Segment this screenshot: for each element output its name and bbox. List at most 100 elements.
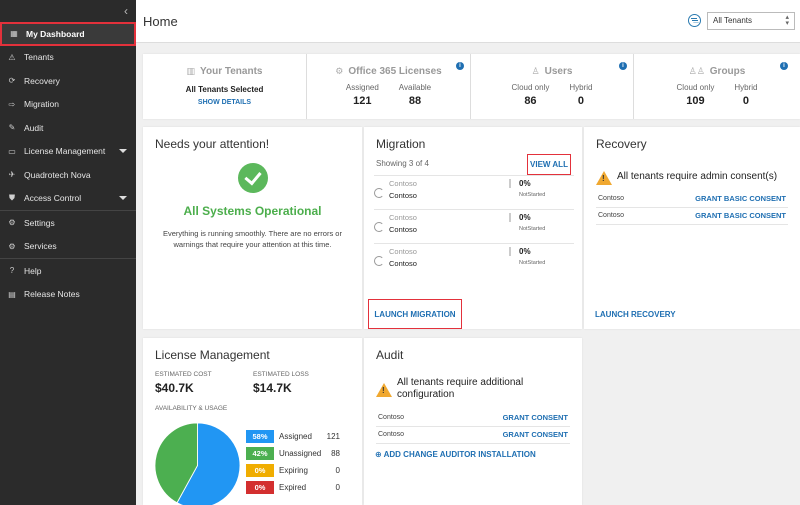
dashboard-icon: ▦ [10, 29, 18, 39]
legend-count: 88 [331, 449, 340, 458]
migration-status: NotStarted [519, 226, 546, 232]
license-icon: ▭ [8, 146, 16, 156]
migration-row[interactable]: Contoso Contoso 0% NotStarted [374, 243, 574, 273]
page-title: Home [143, 14, 178, 29]
groups-hybrid-label: Hybrid [734, 83, 758, 92]
migration-source: Contoso [389, 247, 417, 256]
users-cloud-label: Cloud only [511, 83, 550, 92]
launch-recovery-button[interactable]: LAUNCH RECOVERY [595, 310, 676, 319]
groups-summary: ♙♙ Groups i Cloud only 109 Hybrid 0 [633, 54, 800, 119]
legend-count: 0 [335, 466, 340, 475]
select-arrows-icon: ▴ ▾ [785, 14, 789, 27]
release-notes-icon: ▤ [8, 289, 16, 299]
licenses-summary: ⚙ Office 365 Licenses i Assigned 121 Avail… [306, 54, 470, 119]
summary-card: ▥ Your Tenants All Tenants Selected SHOW … [143, 54, 800, 119]
legend-name: Expiring [279, 466, 308, 475]
migration-arrow-icon [374, 222, 384, 232]
sidebar-item-license-management[interactable]: ▭ License Management [0, 140, 136, 164]
legend-percent: 0% [246, 481, 274, 494]
migration-row[interactable]: Contoso Contoso 0% NotStarted [374, 175, 574, 205]
migration-status: NotStarted [519, 260, 546, 266]
chevron-down-icon[interactable] [119, 195, 127, 200]
license-title: License Management [155, 348, 270, 362]
groups-hybrid-value: 0 [742, 95, 749, 107]
sidebar-item-recovery[interactable]: ⟳ Recovery [0, 69, 136, 93]
sidebar-item-access-control[interactable]: ⛊ Access Control [0, 187, 136, 211]
groups-info-icon[interactable]: i [780, 62, 788, 70]
sidebar: ‹ ▦ My Dashboard ⚠ Tenants ⟳ Recovery ⇨ Migrati… [0, 0, 136, 505]
warning-icon [596, 171, 612, 185]
sidebar-item-quadrotech-nova[interactable]: ✈ Quadrotech Nova [0, 163, 136, 187]
migration-source: Contoso [389, 179, 417, 188]
sidebar-item-label: Migration [24, 99, 59, 110]
recovery-tenant: Contoso [598, 212, 625, 219]
audit-warning: All tenants require additional configura… [397, 377, 524, 400]
sidebar-item-audit[interactable]: ✎ Audit [0, 116, 136, 140]
recovery-icon: ⟳ [8, 76, 16, 86]
licenses-summary-title: Office 365 Licenses [348, 66, 442, 77]
licenses-info-icon[interactable]: i [456, 62, 464, 70]
estimated-cost-value: $40.7K [155, 381, 194, 395]
availability-label: AVAILABILITY & USAGE [155, 405, 228, 412]
view-all-button[interactable]: VIEW ALL [527, 154, 571, 175]
grant-consent-link[interactable]: GRANT CONSENT [503, 430, 568, 439]
grant-consent-link[interactable]: GRANT CONSENT [503, 413, 568, 422]
sidebar-item-services[interactable]: ⚙ Services [0, 235, 136, 259]
show-details-link[interactable]: SHOW DETAILS [143, 99, 306, 106]
grant-basic-consent-link[interactable]: GRANT BASIC CONSENT [695, 194, 786, 203]
grant-basic-consent-link[interactable]: GRANT BASIC CONSENT [695, 211, 786, 220]
collapse-sidebar-icon[interactable]: ‹ [124, 4, 128, 18]
audit-row: Contoso GRANT CONSENT [376, 410, 570, 427]
attention-message: Everything is running smoothly. There ar… [163, 229, 342, 249]
building-icon: ▥ [186, 66, 196, 76]
legend-item-expired: 0% Expired 0 [246, 481, 356, 497]
systems-status: All Systems Operational [183, 204, 322, 218]
audit-icon: ✎ [8, 123, 16, 133]
sidebar-item-help[interactable]: ? Help [0, 259, 136, 283]
tenant-select[interactable]: All Tenants ▴ ▾ [707, 12, 795, 30]
sidebar-item-settings[interactable]: ⚙ Settings [0, 211, 136, 235]
audit-row: Contoso GRANT CONSENT [376, 427, 570, 444]
migration-percent: 0% [509, 247, 531, 256]
tenants-summary-title: Your Tenants [200, 66, 263, 77]
add-change-auditor-link[interactable]: ⊕ ADD CHANGE AUDITOR INSTALLATION [375, 450, 536, 459]
migration-row[interactable]: Contoso Contoso 0% NotStarted [374, 209, 574, 239]
migration-arrow-icon [374, 256, 384, 266]
users-cloud-value: 86 [524, 95, 537, 107]
license-pie-chart [155, 423, 240, 505]
migration-arrow-icon [374, 188, 384, 198]
recovery-title: Recovery [596, 137, 647, 151]
estimated-cost-label: ESTIMATED COST [155, 371, 212, 378]
sidebar-item-migration[interactable]: ⇨ Migration [0, 93, 136, 117]
gear-icon: ⚙ [335, 66, 344, 76]
available-value: 88 [408, 95, 422, 107]
recovery-tenant: Contoso [598, 195, 625, 202]
assigned-label: Assigned [345, 83, 379, 92]
legend-item-unassigned: 42% Unassigned 88 [246, 447, 356, 463]
users-hybrid-label: Hybrid [569, 83, 593, 92]
users-info-icon[interactable]: i [619, 62, 627, 70]
sidebar-nav: ▦ My Dashboard ⚠ Tenants ⟳ Recovery ⇨ Migration… [0, 22, 136, 306]
users-hybrid-value: 0 [577, 95, 584, 107]
sidebar-item-release-notes[interactable]: ▤ Release Notes [0, 283, 136, 307]
attention-title: Needs your attention! [155, 137, 270, 151]
migration-percent: 0% [509, 213, 531, 222]
services-icon: ⚙ [8, 241, 16, 251]
migration-card: Migration Showing 3 of 4 VIEW ALL Contos… [364, 127, 582, 329]
sidebar-item-label: Recovery [24, 75, 60, 86]
recovery-card: Recovery All tenants require admin conse… [584, 127, 800, 329]
sidebar-item-tenants[interactable]: ⚠ Tenants [0, 46, 136, 70]
estimated-loss-value: $14.7K [253, 381, 292, 395]
sidebar-item-my-dashboard[interactable]: ▦ My Dashboard [0, 22, 136, 46]
chevron-down-icon[interactable] [119, 148, 127, 153]
groups-cloud-label: Cloud only [676, 83, 715, 92]
sidebar-item-label: My Dashboard [26, 28, 85, 39]
audit-tenant: Contoso [378, 414, 405, 421]
filter-icon[interactable] [688, 14, 701, 27]
legend-name: Unassigned [279, 449, 322, 458]
legend-percent: 0% [246, 464, 274, 477]
legend-name: Assigned [279, 432, 312, 441]
migration-target: Contoso [389, 191, 417, 200]
sidebar-item-label: Settings [24, 217, 55, 228]
launch-migration-button[interactable]: LAUNCH MIGRATION [368, 299, 462, 329]
